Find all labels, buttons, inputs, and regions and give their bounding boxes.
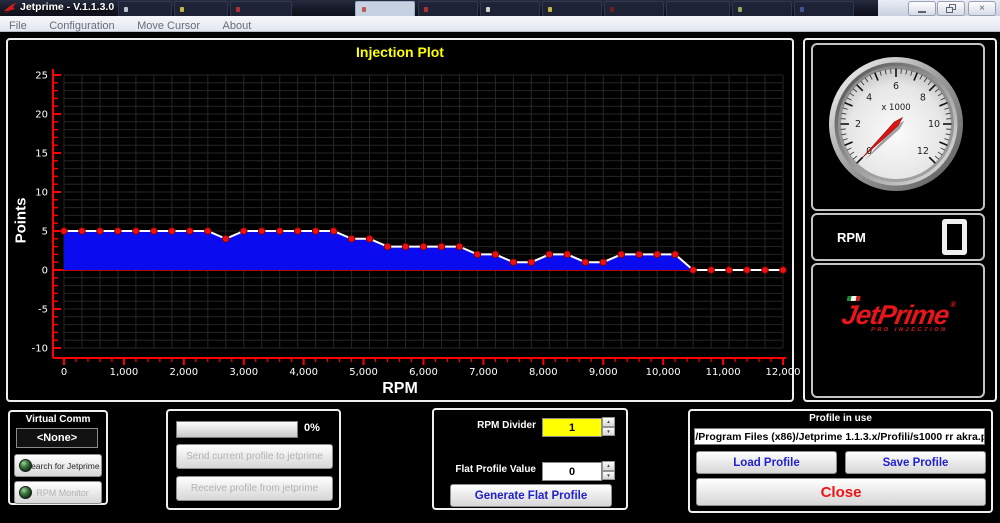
menu-move-cursor[interactable]: Move Cursor [128, 19, 209, 32]
receive-profile-button[interactable]: Receive profile from jetprime [176, 476, 333, 501]
background-window-thumbnail [355, 1, 415, 16]
rpm-readout-box: RPM [811, 213, 985, 261]
menu-file[interactable]: File [0, 19, 36, 32]
svg-text:9,000: 9,000 [589, 367, 618, 378]
svg-text:10: 10 [928, 119, 940, 130]
svg-text:15: 15 [35, 149, 48, 160]
rpm-readout-label: RPM [837, 230, 942, 245]
virtual-comm-panel: Virtual Comm <None> Search for Jetprime … [8, 410, 108, 505]
rpm-divider-spinner: ▲ ▼ [602, 417, 615, 436]
rpm-divider-input[interactable]: 1 [542, 418, 602, 437]
background-window-thumbnail [118, 1, 172, 16]
menu-bar: File Configuration Move Cursor About [0, 16, 1000, 32]
svg-text:0: 0 [61, 367, 67, 378]
background-window-thumbnail [604, 1, 664, 16]
svg-text:3,000: 3,000 [229, 367, 258, 378]
flat-value-down-button[interactable]: ▼ [602, 471, 615, 481]
background-window-thumbnail [542, 1, 602, 16]
comm-port-selector[interactable]: <None> [16, 428, 98, 448]
jetprime-logo: JetPrime® PRO INJECTION [839, 300, 957, 333]
minimize-button[interactable] [908, 1, 936, 16]
plot-x-axis-label: RPM [8, 380, 792, 398]
svg-text:1,000: 1,000 [110, 367, 139, 378]
restore-button[interactable] [937, 1, 965, 16]
flat-profile-value-spinner: ▲ ▼ [602, 461, 615, 480]
svg-text:4: 4 [866, 92, 872, 103]
rpm-divider-label: RPM Divider [436, 420, 536, 431]
svg-text:10,000: 10,000 [646, 367, 681, 378]
minimize-icon [918, 11, 926, 13]
svg-text:0: 0 [42, 266, 48, 277]
rpm-monitor-button[interactable]: RPM Monitor [14, 481, 102, 504]
rpm-digital-value [942, 219, 967, 255]
profile-path-field: C:/Program Files (x86)/Jetprime 1.1.3.x/… [694, 428, 985, 445]
svg-text:12: 12 [917, 146, 929, 157]
jetprime-window: Jetprime - V.1.1.3.0 × File Configuratio… [0, 0, 1000, 523]
rpm-divider-up-button[interactable]: ▲ [602, 417, 615, 427]
injection-plot-canvas[interactable]: -10 -5 0 5 10 15 20 25 0 1,000 2,000 3,000 4,000 5,00… [8, 40, 792, 396]
svg-text:2,000: 2,000 [170, 367, 199, 378]
svg-text:5,000: 5,000 [349, 367, 378, 378]
svg-text:8,000: 8,000 [529, 367, 558, 378]
svg-text:6: 6 [893, 81, 899, 92]
close-button[interactable]: Close [696, 478, 986, 506]
svg-text:11,000: 11,000 [706, 367, 741, 378]
close-icon: × [979, 4, 985, 14]
svg-text:12,000: 12,000 [766, 367, 801, 378]
title-bar: Jetprime - V.1.1.3.0 × [0, 0, 1000, 16]
background-window-thumbnail [418, 1, 478, 16]
flat-profile-value-label: Flat Profile Value [436, 464, 536, 475]
restore-icon [946, 4, 956, 13]
svg-text:7,000: 7,000 [469, 367, 498, 378]
load-profile-button[interactable]: Load Profile [696, 451, 837, 474]
flat-value-up-button[interactable]: ▲ [602, 461, 615, 471]
brand-logo-box: JetPrime® PRO INJECTION [811, 263, 985, 398]
virtual-comm-title: Virtual Comm [10, 414, 106, 425]
svg-text:6,000: 6,000 [409, 367, 438, 378]
svg-text:-10: -10 [32, 344, 48, 355]
rpm-divider-down-button[interactable]: ▼ [602, 427, 615, 437]
background-window-thumbnail [666, 1, 730, 16]
profile-transfer-panel: 0% Send current profile to jetprime Rece… [166, 409, 341, 510]
background-window-thumbnail [230, 1, 292, 16]
tachometer-gauge: 024681012x 1000 [813, 45, 979, 205]
profile-in-use-title: Profile in use [690, 413, 991, 424]
svg-text:10: 10 [35, 188, 48, 199]
menu-about[interactable]: About [214, 19, 261, 32]
transfer-progress-bar [176, 421, 298, 438]
svg-text:20: 20 [35, 110, 48, 121]
background-window-thumbnail [480, 1, 540, 16]
background-window-thumbnail [174, 1, 228, 16]
monitor-led-icon [19, 486, 32, 499]
italian-flag-icon [847, 296, 861, 301]
close-window-button[interactable]: × [968, 1, 996, 16]
send-profile-button[interactable]: Send current profile to jetprime [176, 444, 333, 469]
svg-text:4,000: 4,000 [289, 367, 318, 378]
svg-text:5: 5 [42, 227, 48, 238]
right-column: 024681012x 1000 RPM JetPrime® PRO INJECT… [803, 38, 997, 402]
logo-brand-text: JetPrime [840, 300, 951, 330]
app-icon [4, 3, 16, 13]
search-for-jetprime-button[interactable]: Search for Jetprime [14, 454, 102, 477]
background-window-thumbnail [732, 1, 792, 16]
svg-text:2: 2 [855, 119, 861, 130]
profile-in-use-panel: Profile in use C:/Program Files (x86)/Je… [688, 409, 993, 513]
svg-text:x 1000: x 1000 [881, 103, 910, 113]
menu-configuration[interactable]: Configuration [40, 19, 123, 32]
search-led-icon [19, 459, 32, 472]
transfer-progress-percent: 0% [304, 422, 320, 434]
flat-profile-value-input[interactable]: 0 [542, 462, 602, 481]
background-window-thumbnail [794, 1, 854, 16]
svg-text:-5: -5 [38, 305, 48, 316]
svg-text:8: 8 [920, 92, 926, 103]
svg-text:25: 25 [35, 71, 48, 82]
window-title: Jetprime - V.1.1.3.0 [20, 1, 114, 13]
injection-plot-panel: Injection Plot Points -10-5051015202501,… [6, 38, 794, 402]
save-profile-button[interactable]: Save Profile [845, 451, 986, 474]
registered-mark: ® [949, 300, 956, 309]
tachometer-gauge-box: 024681012x 1000 [811, 43, 985, 211]
generate-flat-profile-button[interactable]: Generate Flat Profile [450, 484, 612, 507]
flat-profile-panel: RPM Divider 1 ▲ ▼ Flat Profile Value 0 ▲… [432, 408, 628, 510]
